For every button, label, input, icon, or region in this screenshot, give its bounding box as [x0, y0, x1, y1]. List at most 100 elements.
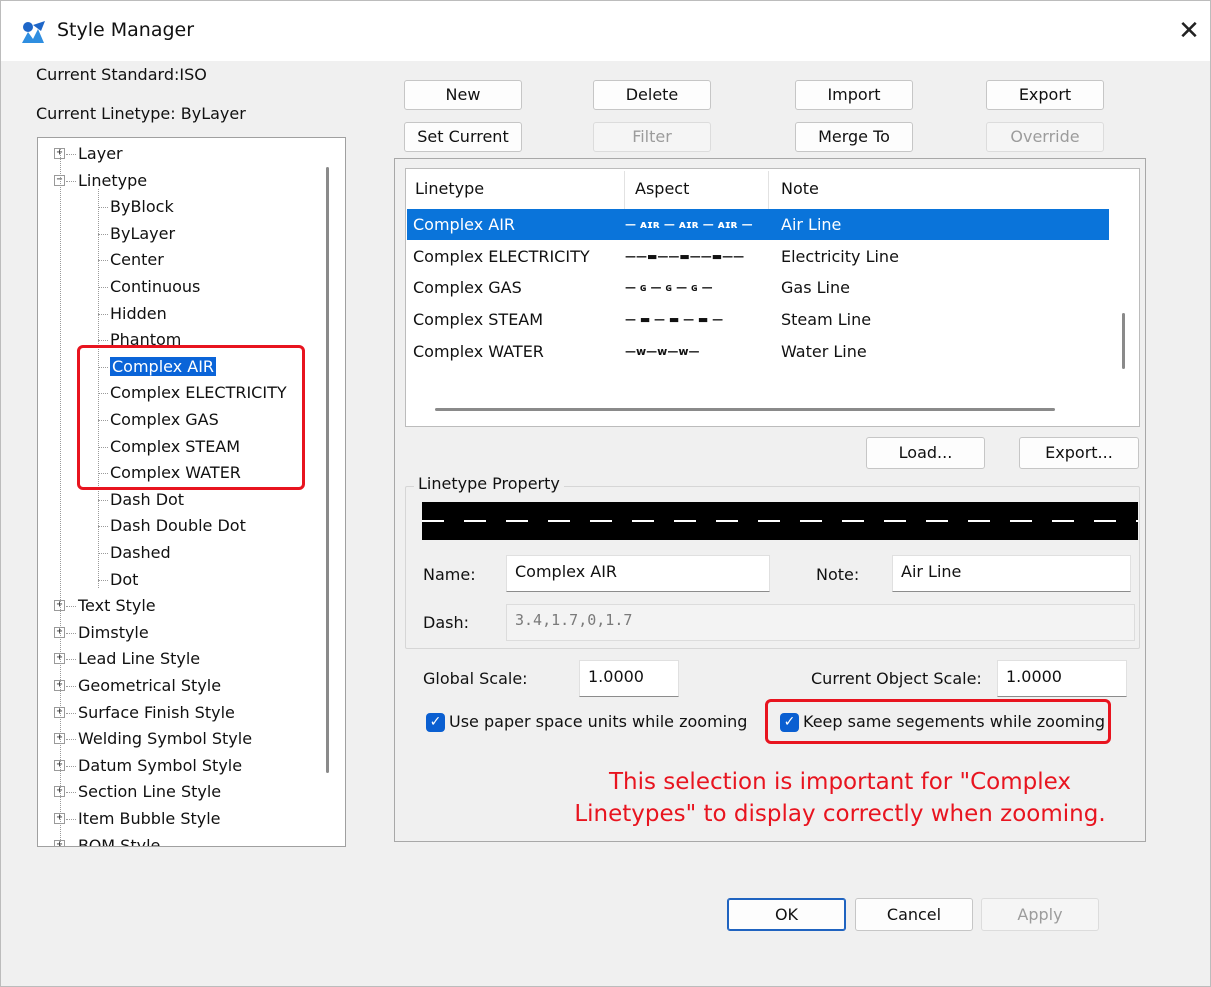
filter-button[interactable]: Filter [593, 122, 711, 152]
paper-space-checkbox[interactable]: ✓ [426, 713, 445, 732]
tree-item-label: Surface Finish Style [78, 702, 235, 722]
tree-item-label: Section Line Style [78, 782, 222, 802]
dash-label: Dash: [423, 613, 469, 632]
column-header-note[interactable]: Note [781, 179, 819, 198]
set-current-button[interactable]: Set Current [404, 122, 522, 152]
list-row[interactable]: Complex STEAM — ▬ — ▬ — ▬ — Steam Line [407, 304, 1109, 335]
tree-connector [66, 819, 76, 820]
delete-button[interactable]: Delete [593, 80, 711, 110]
override-button[interactable]: Override [986, 122, 1104, 152]
tree-item-label: Continuous [110, 277, 201, 296]
import-button[interactable]: Import [795, 80, 913, 110]
tree-item-label: ByBlock [110, 197, 174, 217]
list-row[interactable]: Complex AIR — ᴀɪʀ — ᴀɪʀ — ᴀɪʀ — Air Line [407, 209, 1109, 240]
linetype-preview-pattern-icon [422, 520, 1138, 522]
tree-item[interactable]: Continuous [98, 275, 201, 299]
export-button[interactable]: Export [986, 80, 1104, 110]
apply-button[interactable]: Apply [981, 898, 1099, 931]
global-scale-input[interactable]: 1.0000 [579, 660, 679, 697]
tree-connector [66, 659, 76, 661]
note-field[interactable]: Air Line [892, 555, 1131, 592]
tree-item-label: Lead Line Style [78, 649, 201, 669]
style-tree-content: + Layer − Linetype ByBlock ByLayer Center Conti… [38, 138, 328, 846]
load-button[interactable]: Load... [866, 437, 985, 469]
list-horizontal-scrollbar[interactable] [435, 408, 1055, 411]
list-row[interactable]: Complex WATER —ᴡ—ᴡ—ᴡ— Water Line [407, 336, 1109, 367]
tree-scrollbar-thumb[interactable] [326, 167, 329, 773]
tree-item-label: Dash Double Dot [110, 516, 246, 536]
list-cell-linetype: Complex WATER [413, 341, 544, 361]
tree-connector [66, 686, 76, 687]
tree-item-label: Item Bubble Style [78, 809, 221, 828]
tree-item[interactable]: + Datum Symbol Style [54, 754, 242, 778]
tree-connector [66, 606, 76, 608]
list-cell-linetype: Complex ELECTRICITY [413, 246, 590, 266]
tree-item[interactable]: ByLayer [98, 222, 175, 246]
style-tree[interactable]: + Layer − Linetype ByBlock ByLayer Center Conti… [37, 137, 346, 847]
tree-connector [98, 287, 108, 288]
list-cell-aspect: ——▬——▬——▬—— [625, 249, 745, 263]
column-separator [768, 171, 769, 209]
tree-item[interactable]: + Layer [54, 142, 123, 166]
name-label: Name: [423, 565, 476, 584]
tree-item[interactable]: Dot [98, 568, 138, 592]
column-header-linetype[interactable]: Linetype [415, 179, 484, 198]
tree-item[interactable]: + Lead Line Style [54, 647, 201, 671]
list-vertical-scrollbar[interactable] [1122, 313, 1125, 369]
export-linetype-button[interactable]: Export... [1019, 437, 1139, 469]
tree-connector [98, 313, 108, 315]
tree-item[interactable]: + BOM Style [54, 834, 161, 846]
tree-connector [98, 233, 108, 235]
tree-item[interactable]: Dash Dot [98, 488, 184, 512]
tree-item[interactable]: + Dimstyle [54, 621, 149, 645]
close-icon[interactable]: ✕ [1171, 13, 1207, 49]
title-bar: Style Manager ✕ [1, 1, 1210, 61]
list-row[interactable]: Complex ELECTRICITY ——▬——▬——▬—— Electricit… [407, 241, 1109, 272]
tree-connector [98, 553, 108, 554]
tree-scrollbar-track[interactable] [328, 138, 345, 846]
tree-item-label: Geometrical Style [78, 676, 222, 695]
tree-item[interactable]: − Linetype [54, 169, 148, 193]
tree-highlight-box [77, 345, 305, 490]
list-cell-note: Electricity Line [781, 246, 899, 266]
linetype-property-title: Linetype Property [414, 474, 564, 493]
tree-item[interactable]: + Section Line Style [54, 780, 222, 804]
new-button[interactable]: New [404, 80, 522, 110]
tree-item[interactable]: Dash Double Dot [98, 514, 246, 538]
list-cell-note: Air Line [781, 215, 842, 234]
merge-to-button[interactable]: Merge To [795, 122, 913, 152]
tree-connector [98, 340, 108, 342]
tree-item-label: Welding Symbol Style [78, 729, 253, 749]
tree-item-label: Text Style [78, 596, 156, 616]
tree-item[interactable]: ByBlock [98, 195, 174, 219]
tree-item[interactable]: + Item Bubble Style [54, 807, 221, 831]
list-cell-note: Gas Line [781, 278, 850, 298]
current-object-scale-input[interactable]: 1.0000 [997, 660, 1127, 697]
list-cell-aspect: —ᴡ—ᴡ—ᴡ— [625, 344, 700, 358]
tree-connector [98, 207, 108, 209]
tree-item-label: Linetype [78, 170, 148, 190]
tree-connector [66, 792, 76, 794]
list-cell-aspect: — ɢ — ɢ — ɢ — [625, 281, 713, 295]
tree-item[interactable]: Dashed [98, 541, 171, 565]
tree-item[interactable]: + Surface Finish Style [54, 701, 235, 725]
tree-item[interactable]: + Geometrical Style [54, 674, 222, 698]
column-header-aspect[interactable]: Aspect [635, 179, 689, 198]
tree-item[interactable]: Hidden [98, 302, 167, 326]
list-cell-note: Steam Line [781, 310, 872, 330]
list-row[interactable]: Complex GAS — ɢ — ɢ — ɢ — Gas Line [407, 272, 1109, 303]
tree-item-label: BOM Style [78, 835, 161, 846]
tree-item-label: Center [110, 250, 164, 270]
tree-item[interactable]: Center [98, 248, 164, 272]
list-cell-note: Water Line [781, 341, 867, 361]
tree-connector [66, 632, 76, 634]
list-cell-linetype: Complex AIR [413, 215, 516, 234]
paper-space-label[interactable]: Use paper space units while zooming [449, 712, 747, 731]
name-field[interactable]: Complex AIR [506, 555, 770, 592]
list-cell-aspect: — ᴀɪʀ — ᴀɪʀ — ᴀɪʀ — [625, 218, 753, 231]
ok-button[interactable]: OK [727, 898, 846, 931]
cancel-button[interactable]: Cancel [855, 898, 973, 931]
tree-item[interactable]: + Welding Symbol Style [54, 727, 253, 751]
tree-item[interactable]: + Text Style [54, 594, 156, 618]
note-label: Note: [816, 565, 860, 584]
